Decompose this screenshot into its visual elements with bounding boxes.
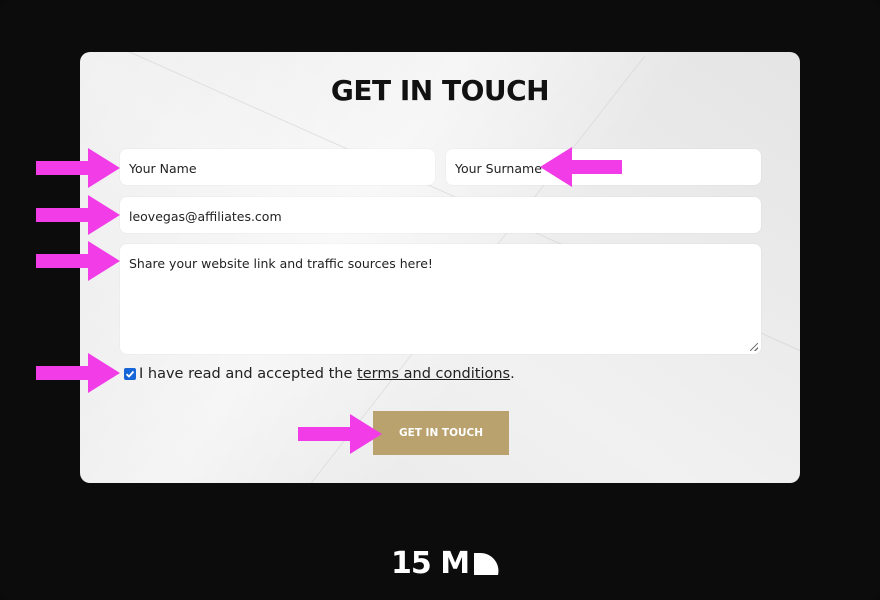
arrow-right-icon (36, 148, 120, 188)
arrow-right-icon (36, 241, 120, 281)
arrow-left-icon (540, 147, 622, 187)
logo-text: 15 M (391, 546, 470, 581)
terms-suffix: . (510, 366, 515, 382)
name-input[interactable]: Your Name (120, 149, 435, 185)
terms-prefix: I have read and accepted the (139, 366, 353, 382)
form-title: GET IN TOUCH (330, 74, 550, 107)
terms-row: I have read and accepted the terms and c… (124, 366, 515, 382)
arrow-right-icon (36, 353, 120, 393)
checkmark-icon (125, 370, 135, 378)
message-placeholder: Share your website link and traffic sour… (129, 256, 433, 271)
logo-quarter-icon (474, 552, 499, 575)
terms-checkbox[interactable] (124, 368, 136, 380)
page-frame: GET IN TOUCH Your Name Your Surname leov… (0, 0, 880, 600)
arrow-right-icon (298, 414, 382, 454)
contact-card: GET IN TOUCH Your Name Your Surname leov… (80, 52, 800, 483)
resize-grip-icon[interactable] (750, 343, 758, 351)
submit-button[interactable]: GET IN TOUCH (373, 411, 509, 455)
terms-link[interactable]: terms and conditions (357, 366, 510, 382)
brand-logo: 15 M (391, 546, 500, 581)
arrow-right-icon (36, 195, 120, 235)
email-input[interactable]: leovegas@affiliates.com (120, 197, 761, 233)
message-textarea[interactable]: Share your website link and traffic sour… (120, 244, 761, 354)
